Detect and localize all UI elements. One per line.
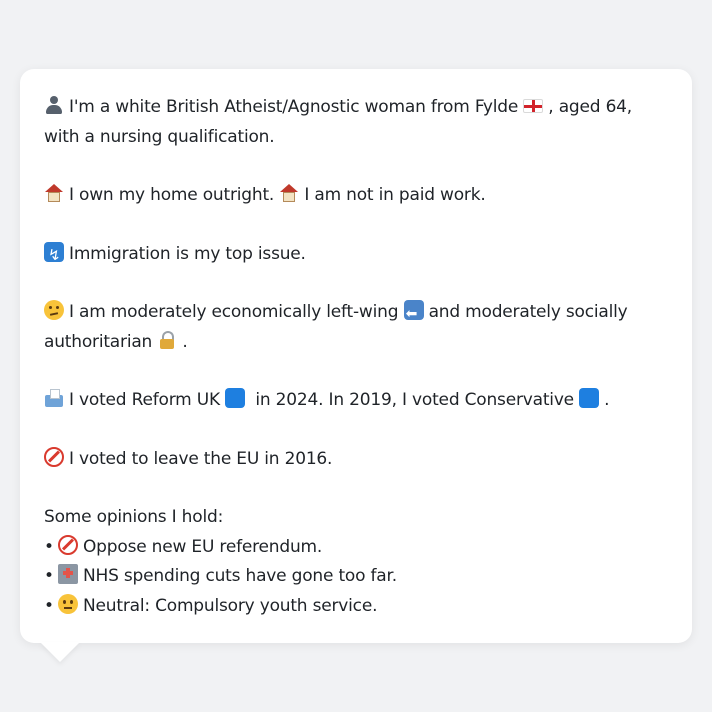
work-text: I am not in paid work. [304,185,486,205]
list-item: • Oppose new EU referendum. [44,533,668,563]
no-entry-icon [58,534,78,555]
opinions-list: • Oppose new EU referendum. • NHS spending… [44,533,668,622]
bullet: • [44,536,54,557]
thinking-face-icon [44,300,64,320]
vote-end: . [604,390,610,410]
bullet: • [44,566,54,586]
bubble-tail [40,642,80,662]
opinion-text: Neutral: Compulsory youth service. [83,595,378,616]
lock-icon [157,330,177,350]
identity-paragraph: I'm a white British Atheist/Agnostic wom… [44,93,668,152]
home-paragraph: I own my home outright. I am not in paid… [44,181,668,211]
ideology-paragraph: I am moderately economically left-wing a… [44,298,668,357]
brexit-text: I voted to leave the EU in 2016. [69,448,333,469]
ideology-end: . [182,331,188,352]
blue-square-icon [579,388,600,408]
issue-text: Immigration is my top issue. [69,243,306,264]
vote-text-2: in 2024. In 2019, I voted Conservative [255,390,574,410]
blue-square-icon [225,388,246,408]
vote-paragraph: I voted Reform UK in 2024. In 2019, I vo… [44,386,668,416]
identity-text: I'm a white British Atheist/Agnostic wom… [69,97,519,117]
list-item: • NHS spending cuts have gone too far. [44,562,668,592]
neutral-face-icon [58,593,78,614]
left-arrow-icon [403,300,424,330]
passport-control-icon [44,241,64,270]
home-text: I own my home outright. [69,185,275,205]
bullet: • [44,595,54,616]
econ-text: I am moderately economically left-wing [69,302,399,322]
persona-message-bubble: I'm a white British Atheist/Agnostic wom… [20,69,692,643]
no-entry-icon [44,446,64,467]
england-flag-icon [523,99,544,113]
house-icon [279,183,299,203]
hospital-icon [58,564,78,584]
ballot-box-icon [44,388,64,408]
issue-paragraph: Immigration is my top issue. [44,240,668,270]
brexit-paragraph: I voted to leave the EU in 2016. [44,445,668,475]
vote-text: I voted Reform UK [69,390,220,410]
list-item: • Neutral: Compulsory youth service. [44,592,668,622]
opinions-heading: Some opinions I hold: [44,507,224,527]
opinion-text: NHS spending cuts have gone too far. [83,566,397,586]
person-icon [44,95,64,115]
opinion-text: Oppose new EU referendum. [83,536,323,557]
house-icon [44,183,64,203]
